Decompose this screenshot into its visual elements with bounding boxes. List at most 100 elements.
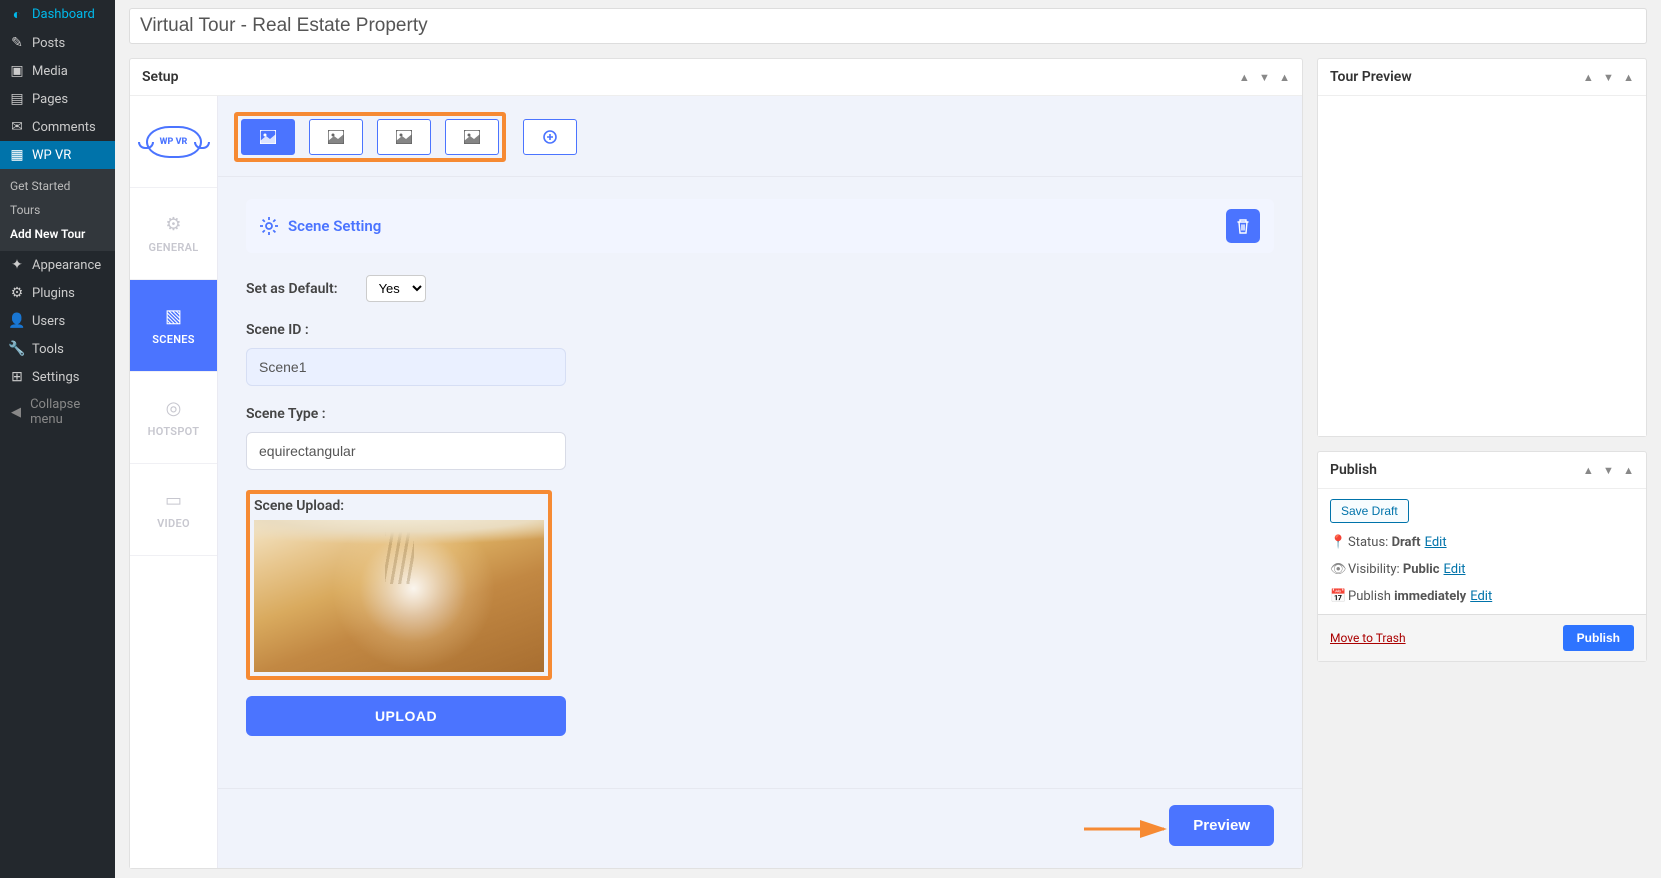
tour-title-input[interactable] <box>129 8 1647 44</box>
scene-type-label: Scene Type : <box>246 406 1274 422</box>
visibility-value: Public <box>1403 562 1440 577</box>
publish-panel: Publish ▲ ▼ ▲ Save Draft 📍 Status: Draft… <box>1317 451 1647 662</box>
admin-sidebar: ◐Dashboard ✎ Posts ▣Media ▤ Pages ✉ Comment… <box>0 0 115 878</box>
panel-down-icon[interactable]: ▼ <box>1603 71 1614 84</box>
sidebar-label: Users <box>32 314 65 329</box>
page-icon: ▤ <box>8 91 26 107</box>
scene-setting-title: Scene Setting <box>288 217 381 235</box>
image-icon <box>464 130 480 144</box>
delete-scene-button[interactable] <box>1226 209 1260 243</box>
panel-toggle-icon[interactable]: ▲ <box>1623 71 1634 84</box>
collapse-icon: ◀ <box>8 405 24 420</box>
status-label: Status: <box>1348 535 1388 550</box>
visibility-edit-link[interactable]: Edit <box>1444 562 1466 577</box>
scene-tab-4[interactable] <box>445 119 499 155</box>
sidebar-label: Pages <box>32 92 68 107</box>
collapse-menu[interactable]: ◀ Collapse menu <box>0 391 115 433</box>
preview-canvas <box>1318 96 1646 436</box>
sidebar-label: Posts <box>32 36 65 51</box>
scene-upload-label: Scene Upload: <box>254 498 544 514</box>
tab-label: HOTSPOT <box>148 425 200 438</box>
tab-label: VIDEO <box>157 517 190 530</box>
video-icon: ▭ <box>165 490 182 511</box>
submenu-get-started[interactable]: Get Started <box>0 174 115 198</box>
wpvr-logo: WP VR <box>130 96 217 188</box>
panel-up-icon[interactable]: ▲ <box>1583 71 1594 84</box>
tab-hotspot[interactable]: ◎ HOTSPOT <box>130 372 217 464</box>
sidebar-item-dashboard[interactable]: ◐Dashboard <box>0 0 115 29</box>
image-icon <box>396 130 412 144</box>
submenu-tours[interactable]: Tours <box>0 198 115 222</box>
image-icon: ▧ <box>165 306 182 327</box>
sidebar-submenu: Get Started Tours Add New Tour <box>0 169 115 251</box>
gear-icon: ⚙ <box>165 214 181 235</box>
gear-icon <box>260 217 278 235</box>
sidebar-label: Comments <box>32 120 96 135</box>
plus-circle-icon <box>543 130 557 144</box>
scene-tab-2[interactable] <box>309 119 363 155</box>
tab-general[interactable]: ⚙ GENERAL <box>130 188 217 280</box>
publish-title: Publish <box>1330 462 1377 478</box>
sidebar-label: Settings <box>32 370 79 385</box>
eye-icon: 👁 <box>1330 562 1348 577</box>
sidebar-item-wpvr[interactable]: ▦WP VR <box>0 141 115 169</box>
trash-icon <box>1235 218 1251 234</box>
panel-toggle-icon[interactable]: ▲ <box>1623 464 1634 477</box>
scene-id-input[interactable] <box>246 348 566 386</box>
sidebar-item-appearance[interactable]: ✦Appearance <box>0 251 115 279</box>
status-value: Draft <box>1392 535 1421 550</box>
move-to-trash-link[interactable]: Move to Trash <box>1330 631 1406 645</box>
panel-up-icon[interactable]: ▲ <box>1583 464 1594 477</box>
tour-preview-panel: Tour Preview ▲ ▼ ▲ <box>1317 58 1647 437</box>
tab-video[interactable]: ▭ VIDEO <box>130 464 217 556</box>
panel-down-icon[interactable]: ▼ <box>1259 71 1270 84</box>
image-icon <box>328 130 344 144</box>
scene-thumbnail[interactable] <box>254 520 544 672</box>
media-icon: ▣ <box>8 63 26 79</box>
annotation-arrow <box>1082 816 1172 842</box>
pin-icon: ✎ <box>8 35 26 51</box>
sidebar-item-tools[interactable]: 🔧Tools <box>0 335 115 363</box>
panel-down-icon[interactable]: ▼ <box>1603 464 1614 477</box>
panel-toggle-icon[interactable]: ▲ <box>1279 71 1290 84</box>
sidebar-label: WP VR <box>32 148 71 163</box>
publish-edit-link[interactable]: Edit <box>1470 589 1492 604</box>
panel-up-icon[interactable]: ▲ <box>1239 71 1250 84</box>
scene-tab-3[interactable] <box>377 119 431 155</box>
upload-button[interactable]: UPLOAD <box>246 696 566 736</box>
sliders-icon: ⊞ <box>8 369 26 385</box>
setup-panel: Setup ▲ ▼ ▲ WP VR ⚙ <box>129 58 1303 869</box>
save-draft-button[interactable]: Save Draft <box>1330 499 1409 523</box>
comment-icon: ✉ <box>8 119 26 135</box>
sidebar-item-users[interactable]: 👤Users <box>0 307 115 335</box>
scene-type-input[interactable] <box>246 432 566 470</box>
sidebar-item-settings[interactable]: ⊞ Settings <box>0 363 115 391</box>
preview-button[interactable]: Preview <box>1169 805 1274 846</box>
scene-tab-1[interactable] <box>241 119 295 155</box>
vertical-tabs: WP VR ⚙ GENERAL ▧ SCENES ◎ <box>130 96 218 868</box>
set-default-select[interactable]: Yes <box>366 275 426 302</box>
sidebar-label: Tools <box>32 342 64 357</box>
tab-label: SCENES <box>152 333 195 346</box>
set-default-label: Set as Default: <box>246 281 338 297</box>
sidebar-item-pages[interactable]: ▤ Pages <box>0 85 115 113</box>
setup-panel-title: Setup <box>142 69 178 85</box>
sidebar-label: Plugins <box>32 286 75 301</box>
sidebar-item-plugins[interactable]: ⚙Plugins <box>0 279 115 307</box>
collapse-label: Collapse menu <box>30 397 107 427</box>
sidebar-item-posts[interactable]: ✎ Posts <box>0 29 115 57</box>
status-edit-link[interactable]: Edit <box>1425 535 1447 550</box>
publish-button[interactable]: Publish <box>1563 625 1634 651</box>
sidebar-item-media[interactable]: ▣Media <box>0 57 115 85</box>
tour-preview-title: Tour Preview <box>1330 69 1412 85</box>
tab-scenes[interactable]: ▧ SCENES <box>130 280 217 372</box>
submenu-add-new-tour[interactable]: Add New Tour <box>0 222 115 246</box>
add-scene-button[interactable] <box>523 119 577 155</box>
scene-id-label: Scene ID : <box>246 322 1274 338</box>
upload-highlight: Scene Upload: <box>246 490 552 680</box>
publish-immediately-value: immediately <box>1394 589 1466 604</box>
pin-icon: 📍 <box>1330 535 1348 550</box>
tab-label: GENERAL <box>148 241 198 254</box>
brush-icon: ✦ <box>8 257 26 273</box>
sidebar-item-comments[interactable]: ✉ Comments <box>0 113 115 141</box>
